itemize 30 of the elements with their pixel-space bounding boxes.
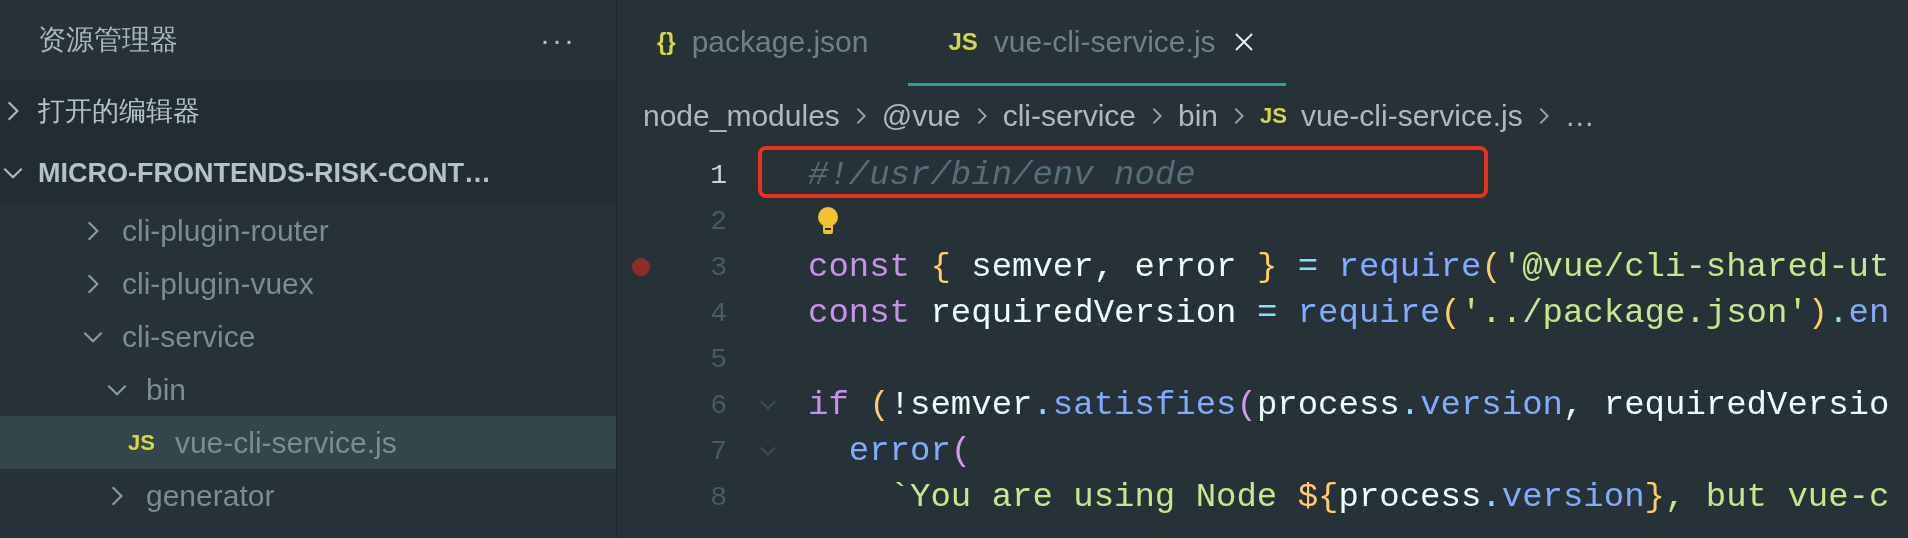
breadcrumb-item[interactable]: node_modules	[643, 99, 840, 133]
file-type-icon: JS	[948, 27, 978, 56]
breadcrumb-more[interactable]: …	[1564, 99, 1595, 133]
lightbulb-icon[interactable]	[816, 206, 840, 236]
tree-item[interactable]: cli-plugin-vuex	[0, 257, 616, 310]
editor-tab[interactable]: {} package.json	[617, 0, 909, 86]
code-line: `You are using Node ${process.version}, but vue-c	[888, 478, 1890, 516]
tree-item[interactable]: bin	[0, 363, 616, 416]
js-file-icon: JS	[128, 429, 155, 456]
code-line: #!/usr/bin/env node	[808, 156, 1196, 194]
sidebar-title: 资源管理器	[38, 23, 178, 57]
tree-item[interactable]: cli-plugin-router	[0, 204, 616, 257]
file-type-icon: {}	[657, 27, 676, 56]
tree-item[interactable]: cli-service	[0, 310, 616, 363]
line-number: 1	[709, 159, 727, 191]
code-line: if (!semver.satisfies(process.version, requiredVersio	[808, 386, 1890, 424]
breakpoint-dot[interactable]	[632, 258, 650, 276]
code-line: const requiredVersion = require('../package.json').en	[808, 294, 1890, 332]
code-line: error(	[847, 432, 972, 470]
breadcrumb-item[interactable]: cli-service	[1002, 99, 1136, 133]
more-button[interactable]: ···	[540, 23, 576, 57]
breadcrumb-item[interactable]: @vue	[881, 99, 961, 133]
editor-tab[interactable]: JS vue-cli-service.js	[908, 0, 1286, 86]
tree-item[interactable]: JS vue-cli-service.js	[0, 416, 616, 469]
breadcrumb-item[interactable]: JS vue-cli-service.js	[1260, 99, 1523, 133]
breadcrumb-item[interactable]: bin	[1178, 99, 1219, 133]
section-header[interactable]: 打开的编辑器	[0, 80, 616, 142]
section-header[interactable]: MICRO-FRONTENDS-RISK-CONT…	[0, 142, 616, 204]
code-line: const { semver, error } = require('@vue/cli-shared-ut	[808, 248, 1890, 286]
tree-item[interactable]: generator	[0, 469, 616, 522]
